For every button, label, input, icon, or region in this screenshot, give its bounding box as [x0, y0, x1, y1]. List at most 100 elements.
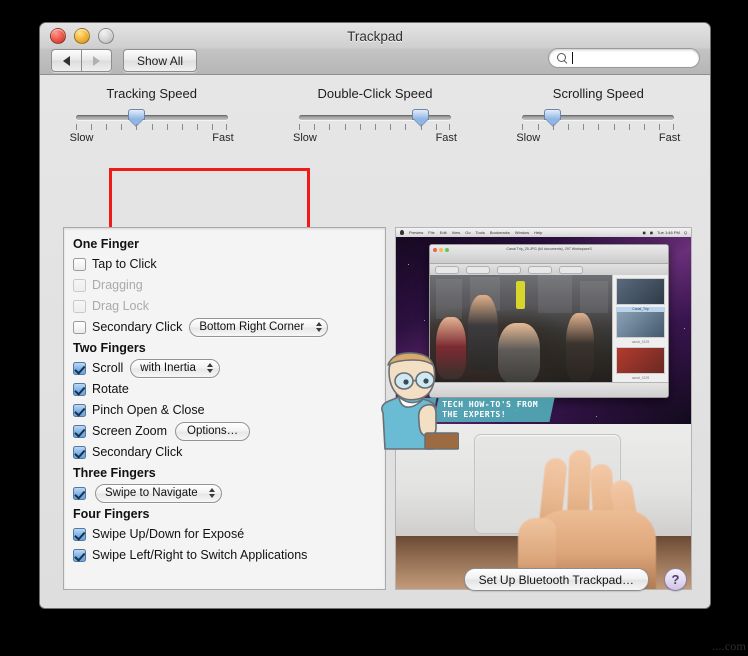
slider-control[interactable] [522, 109, 675, 126]
checkbox [73, 278, 86, 292]
slider-label: Scrolling Speed [552, 86, 644, 101]
option-swipe-updown-expose[interactable]: Swipe Up/Down for Exposé [73, 524, 385, 544]
slider-ticks [522, 124, 674, 131]
caption-text: TECH HOW-TO'S FROM THE EXPERTS! [442, 399, 539, 419]
dropdown-value: Swipe to Navigate [105, 487, 198, 499]
video-frame-desktop-scene: Preview File Edit View Go Tools Bookmarks Wind… [396, 228, 691, 424]
checkbox[interactable] [73, 382, 86, 396]
forward-button[interactable] [81, 49, 112, 72]
apple-icon [400, 230, 404, 235]
checkbox [73, 299, 86, 313]
option-pinch-open-close[interactable]: Pinch Open & Close [73, 400, 385, 420]
three-finger-action-dropdown[interactable]: Swipe to Navigate [95, 483, 222, 503]
checkbox[interactable] [73, 320, 86, 334]
slider-label: Double-Click Speed [317, 86, 433, 101]
option-dragging: Dragging [73, 275, 385, 295]
chevron-updown-icon [206, 363, 215, 373]
slider-ticks [75, 124, 228, 131]
back-button[interactable] [51, 49, 81, 72]
option-label: Secondary Click [92, 445, 183, 459]
checkbox[interactable] [73, 548, 86, 562]
option-label: Secondary Click [92, 320, 183, 334]
search-icon [557, 52, 568, 64]
video-lower-third-caption: TECH HOW-TO'S FROM THE EXPERTS! [417, 398, 555, 422]
option-rotate[interactable]: Rotate [73, 379, 385, 399]
navigation-buttons [51, 49, 112, 72]
speed-sliders: Tracking Speed Slow Fast Double-Click Sp… [40, 86, 710, 144]
inner-window-titlebar: Canal Trip_25.JPG (64 documents), 297 Wo… [430, 245, 668, 264]
trackpad-preferences-window: Trackpad Show All Tracking Speed Slow Fa… [39, 22, 711, 609]
chevron-left-icon [63, 55, 70, 66]
slider-min-label: Slow [69, 132, 94, 144]
option-secondary-click-one-finger[interactable]: Secondary Click Bottom Right Corner [73, 317, 385, 337]
option-label: Dragging [92, 278, 143, 292]
preferences-body: Tracking Speed Slow Fast Double-Click Sp… [40, 75, 710, 608]
option-label: Pinch Open & Close [92, 403, 205, 417]
slider-min-label: Slow [292, 132, 317, 144]
option-tap-to-click[interactable]: Tap to Click [73, 254, 385, 274]
option-label: Screen Zoom [92, 424, 168, 438]
checkbox[interactable] [73, 361, 86, 375]
group-heading-three-fingers: Three Fingers [73, 466, 156, 480]
slider-control[interactable] [75, 109, 228, 126]
option-secondary-click-two-fingers[interactable]: Secondary Click [73, 442, 385, 462]
gesture-preview-video: Preview File Edit View Go Tools Bookmarks Wind… [395, 227, 692, 590]
inner-window-title: Canal Trip_25.JPG (64 documents), 297 Wo… [506, 247, 592, 251]
slider-ticks [298, 124, 451, 131]
option-label: Rotate [92, 382, 129, 396]
option-drag-lock: Drag Lock [73, 296, 385, 316]
option-scroll[interactable]: Scroll with Inertia [73, 358, 385, 378]
set-up-bluetooth-trackpad-button[interactable]: Set Up Bluetooth Trackpad… [463, 568, 649, 591]
option-swipe-leftright-switch-apps[interactable]: Swipe Left/Right to Switch Applications [73, 545, 385, 565]
dropdown-value: Bottom Right Corner [199, 321, 305, 333]
slider-label: Tracking Speed [106, 86, 197, 101]
option-three-finger-swipe[interactable]: Swipe to Navigate [73, 483, 385, 503]
slider-scrolling-speed: Scrolling Speed Slow Fast [487, 86, 710, 144]
screen-zoom-options-button[interactable]: Options… [175, 421, 251, 441]
checkbox[interactable] [73, 424, 86, 438]
window-title: Trackpad [347, 29, 403, 44]
group-heading-two-fingers: Two Fingers [73, 341, 146, 355]
group-heading-four-fingers: Four Fingers [73, 507, 150, 521]
option-label: Tap to Click [92, 257, 157, 271]
text-cursor [572, 52, 573, 64]
option-label: Swipe Up/Down for Exposé [92, 527, 245, 541]
slider-min-label: Slow [516, 132, 541, 144]
photo-thumbnail-sidebar: Canal_Trip canal_0125 canal_0129 [612, 275, 668, 383]
slider-max-label: Fast [212, 132, 234, 144]
show-all-button[interactable]: Show All [123, 49, 198, 72]
option-label: Drag Lock [92, 299, 149, 313]
help-button[interactable]: ? [664, 568, 687, 591]
slider-max-label: Fast [435, 132, 457, 144]
option-label: Scroll [92, 361, 124, 375]
video-inner-window: Canal Trip_25.JPG (64 documents), 297 Wo… [429, 244, 669, 398]
video-frame-hand-on-trackpad [396, 424, 691, 589]
gesture-options-panel: One Finger Tap to Click Dragging Drag Lo… [63, 227, 386, 590]
watermark: ....com [711, 639, 746, 653]
photo-canal-trip [430, 275, 612, 383]
slider-max-label: Fast [658, 132, 681, 144]
scroll-mode-dropdown[interactable]: with Inertia [130, 358, 220, 378]
secondary-click-corner-dropdown[interactable]: Bottom Right Corner [189, 317, 329, 337]
checkbox[interactable] [73, 445, 86, 459]
group-heading-one-finger: One Finger [73, 237, 139, 251]
desktop-background: Trackpad Show All Tracking Speed Slow Fa… [0, 0, 748, 656]
search-field[interactable] [548, 48, 700, 68]
window-titlebar: Trackpad Show All [40, 23, 710, 75]
checkbox[interactable] [73, 486, 86, 500]
slider-control[interactable] [298, 109, 451, 126]
slider-double-click-speed: Double-Click Speed Slow Fast [263, 86, 486, 144]
checkbox[interactable] [73, 257, 86, 271]
checkbox[interactable] [73, 403, 86, 417]
slider-track[interactable] [75, 115, 228, 120]
toolbar: Show All [40, 47, 710, 74]
footer-bar: Set Up Bluetooth Trackpad… ? [40, 568, 710, 594]
inner-window-statusbar [430, 382, 668, 397]
chevron-updown-icon [314, 322, 323, 332]
checkbox[interactable] [73, 527, 86, 541]
chevron-right-icon [93, 55, 100, 66]
slider-tracking-speed: Tracking Speed Slow Fast [40, 86, 263, 144]
option-label: Swipe Left/Right to Switch Applications [92, 548, 308, 562]
option-screen-zoom[interactable]: Screen Zoom Options… [73, 421, 385, 441]
chevron-updown-icon [208, 488, 217, 498]
